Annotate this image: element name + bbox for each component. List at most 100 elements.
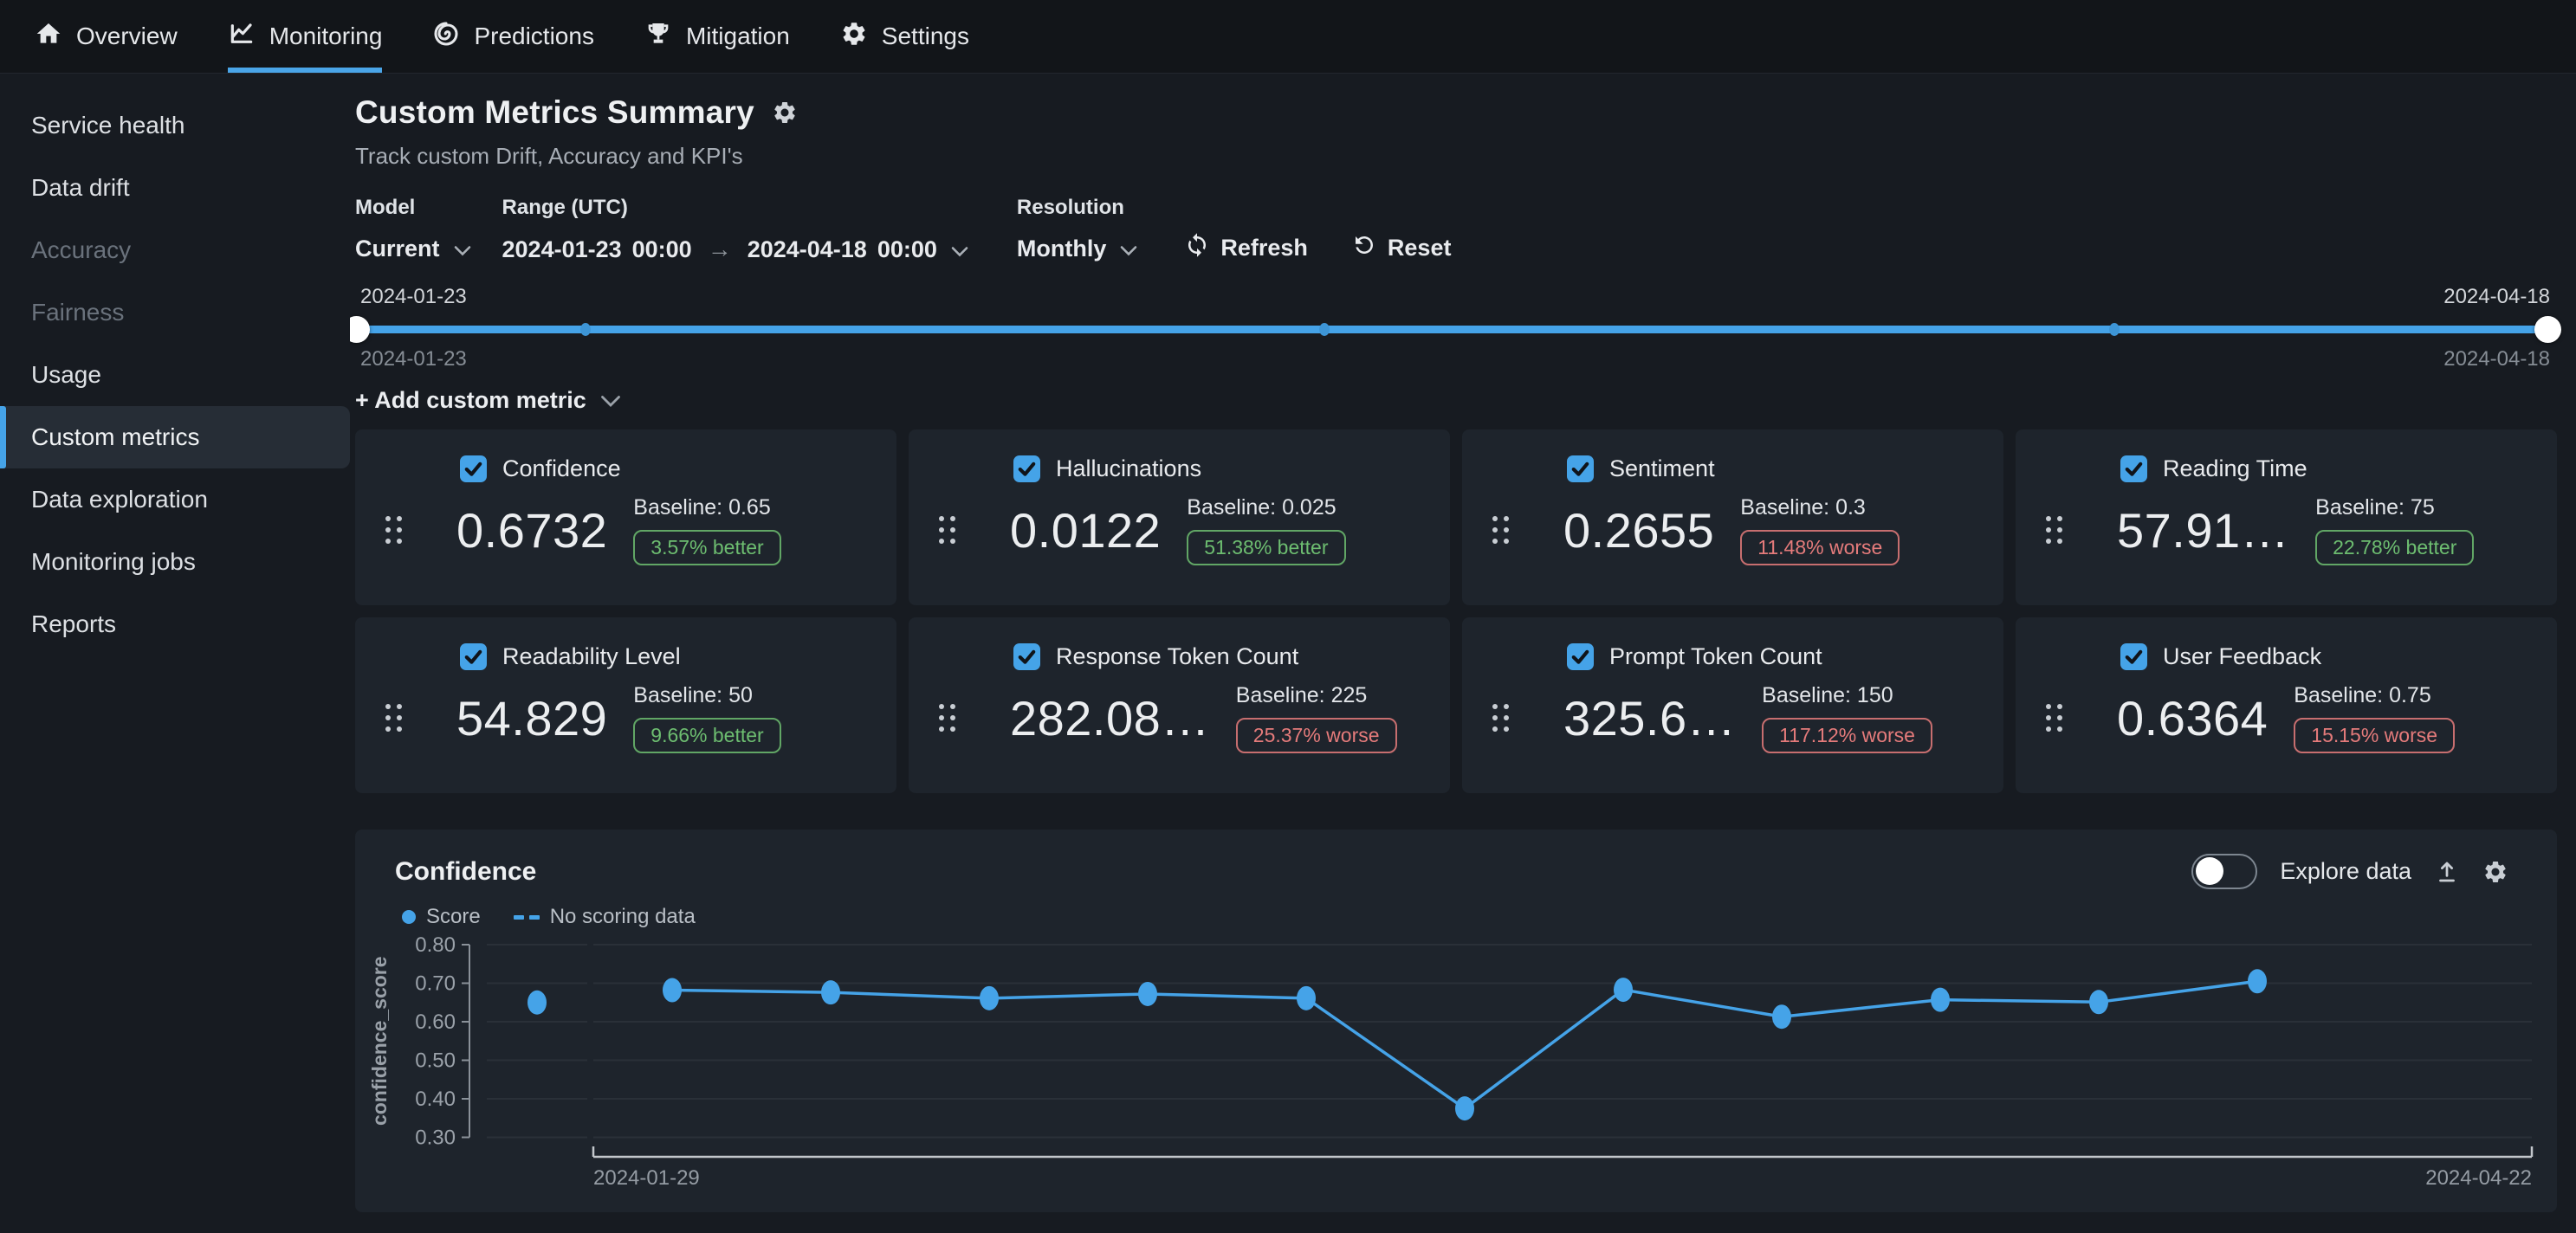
metric-value: 0.6732 [456,502,607,558]
metric-checkbox[interactable] [1567,643,1594,670]
data-point [1297,986,1316,1010]
confidence-line-chart: 0.800.700.600.500.400.30confidence_score… [355,933,2557,1210]
drag-handle-icon[interactable] [1462,504,1538,556]
sidebar-item-reports[interactable]: Reports [0,593,350,655]
range-select[interactable]: 2024-01-23 00:00 → 2024-04-18 00:00 [502,236,968,263]
sidebar-item-fairness[interactable]: Fairness [0,281,350,344]
metric-card-content: Prompt Token Count325.6…Baseline: 150117… [1538,617,2003,793]
drag-handle-icon[interactable] [355,692,431,744]
metric-card: Response Token Count282.08…Baseline: 225… [909,617,1450,793]
spiral-icon [432,20,460,54]
data-point [2089,990,2108,1014]
range-end-time: 00:00 [877,236,937,263]
slider-end-date-sublabel: 2024-04-18 [2443,347,2550,371]
model-select[interactable]: Current [355,236,471,262]
sidebar-item-custom-metrics[interactable]: Custom metrics [0,406,350,468]
slider-month-marker [1319,323,1330,336]
sidebar-item-service-health[interactable]: Service health [0,94,350,157]
drag-handle-icon[interactable] [355,504,431,556]
nav-tab-settings[interactable]: Settings [840,0,969,73]
metric-checkbox[interactable] [1013,455,1040,482]
legend-score-label: Score [426,905,481,929]
drag-handle-icon[interactable] [1462,692,1538,744]
slider-start-date-sublabel: 2024-01-23 [360,347,467,371]
metric-label: User Feedback [2163,643,2321,670]
chart-settings-gear-icon[interactable] [2482,859,2508,885]
metric-checkbox[interactable] [460,455,487,482]
nav-tab-predictions[interactable]: Predictions [432,0,594,73]
metric-delta-badge: 9.66% better [633,718,780,753]
sidebar-item-label: Usage [31,361,101,389]
metric-value: 325.6… [1563,690,1736,746]
metric-label: Sentiment [1609,455,1715,482]
sidebar-item-usage[interactable]: Usage [0,344,350,406]
nav-tab-label: Predictions [474,23,594,50]
top-nav: Overview Monitoring Predictions Mitigati… [0,0,2576,74]
y-tick-label: 0.80 [415,933,456,957]
chevron-down-icon [951,236,968,263]
nav-tab-mitigation[interactable]: Mitigation [644,0,790,73]
sidebar-item-data-drift[interactable]: Data drift [0,157,350,219]
metric-card: Readability Level54.829Baseline: 509.66%… [355,617,896,793]
metric-baseline: Baseline: 225 [1236,682,1397,709]
drag-handle-icon[interactable] [909,692,985,744]
y-tick-label: 0.70 [415,972,456,996]
sidebar-item-label: Service health [31,112,184,139]
chevron-down-icon [1120,236,1137,262]
refresh-button[interactable]: Refresh [1184,232,1308,264]
nav-tab-label: Mitigation [686,23,790,50]
home-icon [35,20,62,54]
y-tick-label: 0.30 [415,1126,456,1150]
y-tick-label: 0.50 [415,1049,456,1073]
chart-title: Confidence [395,857,536,887]
nav-tab-overview[interactable]: Overview [35,0,178,73]
metric-delta-badge: 15.15% worse [2294,718,2455,753]
x-axis-start-label: 2024-01-29 [593,1166,700,1190]
data-point [1931,988,1950,1012]
metric-card: Sentiment0.2655Baseline: 0.311.48% worse [1462,429,2003,605]
slider-handle-start[interactable] [350,316,370,343]
metric-checkbox[interactable] [2120,643,2147,670]
metric-baseline: Baseline: 0.65 [633,494,780,521]
trophy-icon [644,20,672,54]
resolution-label: Resolution [1017,196,1137,220]
model-label: Model [355,196,471,220]
date-range-slider: 2024-01-23 2024-01-23 2024-04-18 2024-04… [355,285,2557,373]
metric-checkbox[interactable] [1013,643,1040,670]
metric-value: 282.08… [1010,690,1210,746]
metric-label: Confidence [502,455,621,482]
page-settings-gear-icon[interactable] [772,100,798,126]
metric-checkbox[interactable] [2120,455,2147,482]
range-start-time: 00:00 [632,236,692,263]
drag-handle-icon[interactable] [909,504,985,556]
range-end-date: 2024-04-18 [748,236,867,263]
add-custom-metric-button[interactable]: + Add custom metric [355,387,621,414]
explore-data-toggle[interactable] [2191,854,2257,889]
metric-baseline: Baseline: 150 [1762,682,1932,709]
sidebar-item-monitoring-jobs[interactable]: Monitoring jobs [0,531,350,593]
arrow-right-icon: → [702,236,737,263]
sidebar-item-label: Monitoring jobs [31,548,196,576]
metric-checkbox[interactable] [460,643,487,670]
resolution-select[interactable]: Monthly [1017,236,1137,262]
reset-button[interactable]: Reset [1351,232,1452,264]
sidebar-item-accuracy[interactable]: Accuracy [0,219,350,281]
metric-baseline: Baseline: 0.025 [1187,494,1345,521]
slider-month-marker [580,323,591,336]
metric-delta-badge: 11.48% worse [1740,530,1900,565]
metric-baseline: Baseline: 0.3 [1740,494,1900,521]
slider-handle-end[interactable] [2534,316,2561,343]
slider-track[interactable] [355,326,2548,333]
page-subtitle: Track custom Drift, Accuracy and KPI's [355,143,2557,170]
metric-value: 0.0122 [1010,502,1161,558]
y-axis-title: confidence_score [368,956,391,1126]
nav-tab-monitoring[interactable]: Monitoring [228,0,383,73]
sidebar-item-data-exploration[interactable]: Data exploration [0,468,350,531]
metric-checkbox[interactable] [1567,455,1594,482]
metric-label: Readability Level [502,643,681,670]
metric-card-content: Hallucinations0.0122Baseline: 0.02551.38… [985,429,1450,605]
sidebar-item-label: Accuracy [31,236,131,264]
drag-handle-icon[interactable] [2016,504,2092,556]
drag-handle-icon[interactable] [2016,692,2092,744]
export-upload-icon[interactable] [2434,859,2460,885]
